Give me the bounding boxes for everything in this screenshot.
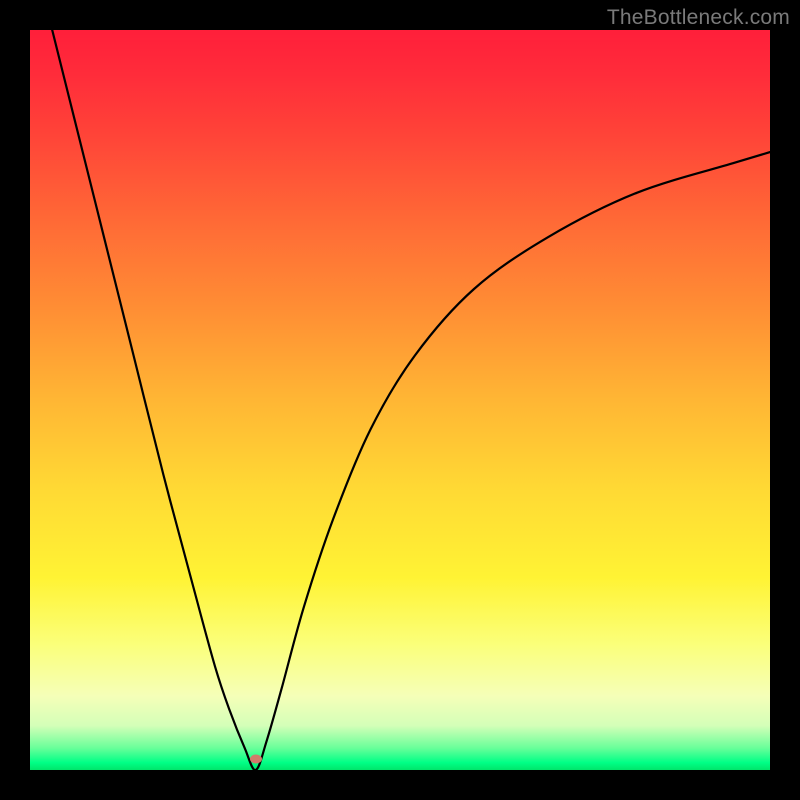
curve-svg [30,30,770,770]
plot-area [30,30,770,770]
optimal-marker [250,754,262,763]
watermark-text: TheBottleneck.com [607,6,790,30]
chart-frame: TheBottleneck.com [0,0,800,800]
bottleneck-curve [52,30,770,770]
